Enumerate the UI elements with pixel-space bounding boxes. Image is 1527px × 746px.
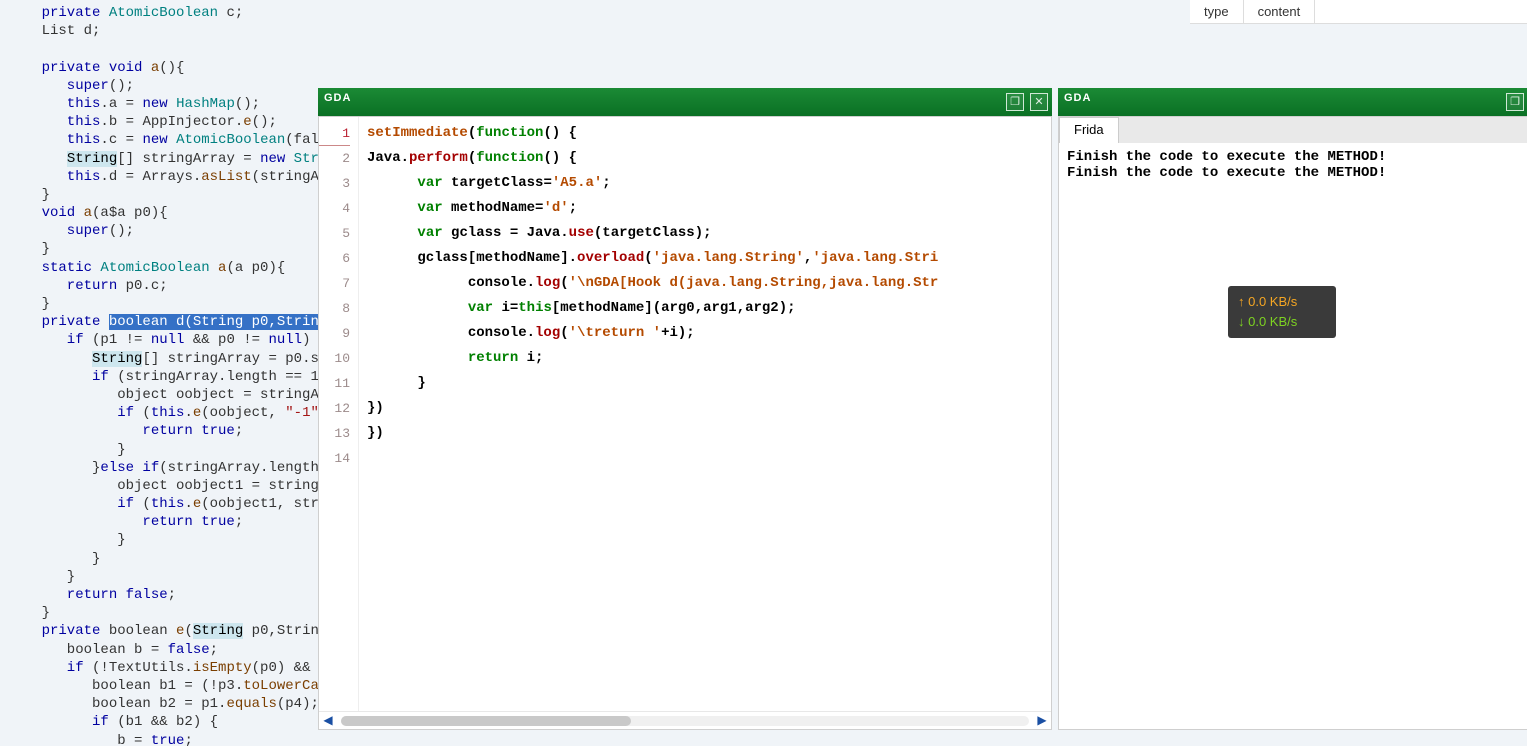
scroll-thumb[interactable] <box>341 716 631 726</box>
output-line: Finish the code to execute the METHOD! <box>1067 165 1386 181</box>
output-line: Finish the code to execute the METHOD! <box>1067 149 1386 165</box>
upload-speed: ↑ 0.0 KB/s <box>1238 292 1326 312</box>
horizontal-scrollbar[interactable]: ◀ ▶ <box>319 711 1051 729</box>
editor-window-titlebar[interactable]: GDA ❐ ✕ <box>318 88 1052 116</box>
gda-logo: GDA <box>1064 92 1091 104</box>
network-speed-overlay: ↑ 0.0 KB/s ↓ 0.0 KB/s <box>1228 286 1336 338</box>
table-column-type[interactable]: type <box>1190 0 1244 23</box>
output-pane: Frida Finish the code to execute the MET… <box>1058 116 1527 730</box>
scroll-left-icon[interactable]: ◀ <box>319 713 337 729</box>
restore-button[interactable]: ❐ <box>1506 93 1524 111</box>
table-column-content[interactable]: content <box>1244 0 1316 23</box>
output-body[interactable]: Finish the code to execute the METHOD! F… <box>1059 143 1527 729</box>
script-editor: 1234567891011121314 setImmediate(functio… <box>318 116 1052 730</box>
tab-frida[interactable]: Frida <box>1059 117 1119 143</box>
table-header: type content <box>1190 0 1527 24</box>
scroll-track[interactable] <box>341 716 1029 726</box>
output-tabs: Frida <box>1059 117 1527 143</box>
code-area[interactable]: setImmediate(function() {Java.perform(fu… <box>359 117 1051 711</box>
close-button[interactable]: ✕ <box>1030 93 1048 111</box>
scroll-right-icon[interactable]: ▶ <box>1033 713 1051 729</box>
gda-logo: GDA <box>324 92 351 104</box>
line-gutter[interactable]: 1234567891011121314 <box>319 117 359 711</box>
output-window-titlebar[interactable]: GDA ❐ <box>1058 88 1527 116</box>
download-speed: ↓ 0.0 KB/s <box>1238 312 1326 332</box>
restore-button[interactable]: ❐ <box>1006 93 1024 111</box>
